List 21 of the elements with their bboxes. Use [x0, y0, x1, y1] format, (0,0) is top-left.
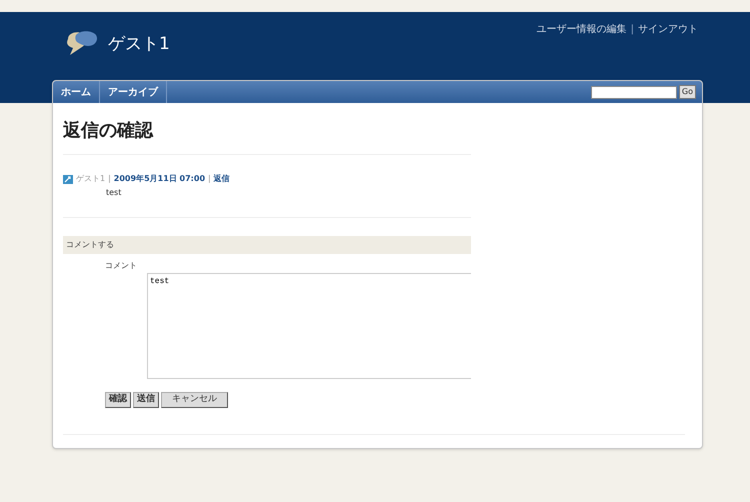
link-separator: | — [630, 23, 634, 37]
nav-tab[interactable]: ホーム — [53, 81, 100, 103]
go-button[interactable]: Go — [678, 85, 696, 99]
form-button[interactable]: キャンセル — [161, 392, 228, 408]
search-field[interactable] — [590, 86, 677, 98]
nav-tab[interactable]: アーカイブ — [100, 81, 167, 103]
form-button[interactable]: 送信 — [133, 392, 159, 408]
meta-separator: | — [108, 173, 111, 185]
reply-link[interactable]: 返信 — [214, 173, 230, 185]
edit-profile-link[interactable]: ユーザー情報の編集 — [536, 22, 627, 37]
meta-separator: | — [208, 173, 211, 185]
post-author: ゲスト1 — [76, 173, 106, 185]
section-header: コメントする — [63, 236, 471, 254]
post-date: 2009年5月11日 07:00 — [114, 173, 206, 185]
site-title: ゲスト1 — [108, 33, 170, 56]
form-button[interactable]: 確認 — [105, 392, 131, 408]
comment-field[interactable]: test — [147, 273, 471, 379]
page-title: 返信の確認 — [63, 119, 154, 143]
sign-out-link[interactable]: サインアウト — [638, 22, 698, 37]
post-body: test — [105, 187, 122, 199]
comment-label: コメント — [105, 260, 138, 272]
